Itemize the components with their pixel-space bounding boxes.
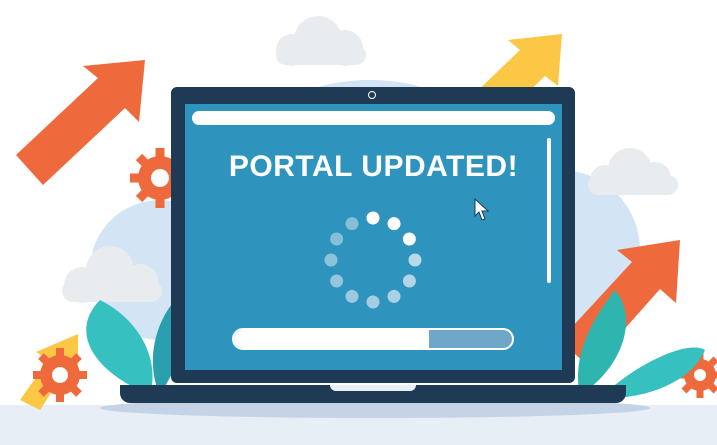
spinner-dot bbox=[330, 274, 344, 288]
status-title: PORTAL UPDATED! bbox=[228, 150, 519, 183]
spinner-dot bbox=[387, 289, 401, 303]
spinner-dot bbox=[366, 211, 380, 225]
gear-icon bbox=[33, 348, 87, 402]
spinner-dot bbox=[402, 274, 416, 288]
cursor-icon bbox=[474, 198, 490, 221]
arrow-up-icon bbox=[16, 60, 145, 185]
laptop-notch bbox=[330, 385, 416, 391]
spinner-dot bbox=[402, 232, 416, 246]
progress-bar bbox=[232, 328, 514, 350]
cloud-icon bbox=[588, 148, 678, 195]
spinner-dot bbox=[330, 232, 344, 246]
browser-address-bar bbox=[192, 111, 555, 125]
cloud-icon bbox=[276, 16, 366, 66]
camera-icon bbox=[368, 91, 376, 99]
spinner-dot bbox=[387, 217, 401, 231]
spinner-dot bbox=[345, 289, 359, 303]
spinner-dot bbox=[366, 295, 380, 309]
loading-spinner-icon bbox=[324, 211, 422, 309]
spinner-dot bbox=[324, 253, 338, 267]
illustration: PORTAL UPDATED! bbox=[0, 0, 717, 445]
progress-fill bbox=[234, 330, 429, 348]
spinner-dot bbox=[345, 217, 359, 231]
spinner-dot bbox=[408, 253, 422, 267]
